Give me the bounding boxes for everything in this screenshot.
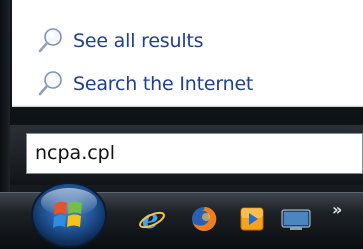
- see-all-results-link[interactable]: See all results: [36, 26, 204, 56]
- search-results-panel: See all results Search the Internet: [12, 0, 363, 107]
- search-box-area: ncpa.cpl: [10, 125, 363, 185]
- see-all-results-label: See all results: [73, 30, 204, 52]
- search-the-internet-label: Search the Internet: [73, 73, 254, 95]
- search-the-internet-link[interactable]: Search the Internet: [36, 69, 253, 99]
- start-menu: See all results Search the Internet ncpa…: [0, 0, 363, 200]
- start-search-input[interactable]: ncpa.cpl: [26, 133, 363, 174]
- internet-explorer-icon[interactable]: e: [138, 205, 166, 233]
- start-menu-left-border: [0, 0, 10, 200]
- firefox-icon[interactable]: [190, 205, 218, 233]
- media-player-icon[interactable]: [238, 205, 266, 233]
- search-icon: [38, 71, 62, 96]
- show-desktop-icon[interactable]: [280, 205, 312, 233]
- taskbar-overflow-chevron[interactable]: »: [332, 200, 342, 219]
- search-icon: [38, 28, 62, 53]
- windows-logo-icon[interactable]: [28, 178, 110, 248]
